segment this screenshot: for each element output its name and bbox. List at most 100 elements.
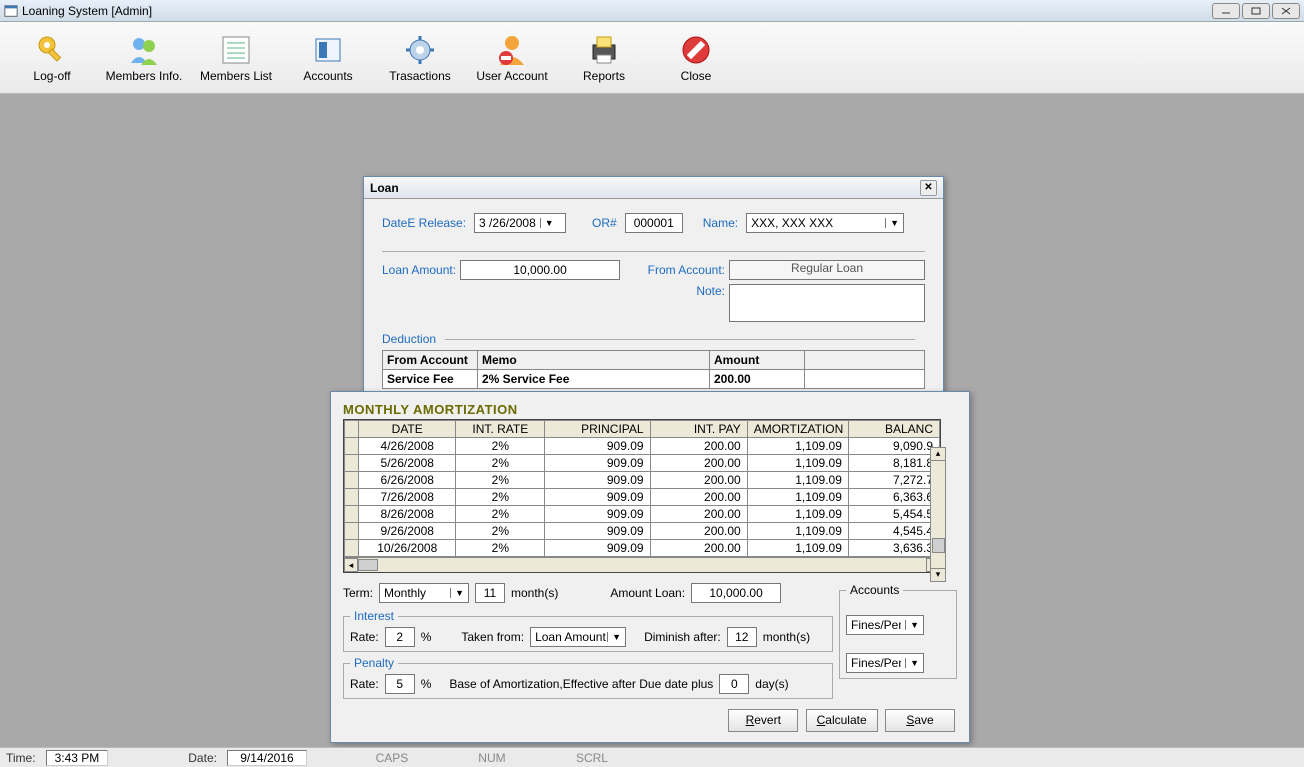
months-label: month(s) (511, 586, 558, 600)
grid-col-balance[interactable]: BALANC (848, 421, 939, 438)
toolbar-label: Trasactions (389, 69, 451, 83)
toolbar-reports[interactable]: Reports (558, 24, 650, 92)
months-input[interactable] (475, 583, 505, 603)
loan-close-button[interactable]: ✕ (920, 180, 937, 196)
scroll-left-icon[interactable]: ◂ (344, 558, 358, 572)
or-input[interactable] (625, 213, 683, 233)
cell-balance: 3,636.3 (848, 540, 939, 557)
cell-amort: 1,109.09 (747, 455, 848, 472)
amount-loan-input[interactable] (691, 583, 781, 603)
account2-dropdown[interactable]: Fines/Penalt ▼ (846, 653, 924, 673)
deduction-label: Deduction (382, 332, 436, 346)
status-bar: Time: 3:43 PM Date: 9/14/2016 CAPS NUM S… (0, 747, 1304, 767)
penalty-legend: Penalty (350, 656, 398, 670)
time-value: 3:43 PM (46, 750, 109, 766)
save-button[interactable]: Save (885, 709, 955, 732)
loan-window-titlebar[interactable]: Loan ✕ (364, 177, 943, 199)
penalty-rate-input[interactable] (385, 674, 415, 694)
amort-row[interactable]: 4/26/20082%909.09200.001,109.099,090.9 (345, 438, 940, 455)
interest-legend: Interest (350, 609, 398, 623)
grid-col-intpay[interactable]: INT. PAY (650, 421, 747, 438)
amort-row[interactable]: 7/26/20082%909.09200.001,109.096,363.6 (345, 489, 940, 506)
toolbar-close[interactable]: Close (650, 24, 742, 92)
caps-indicator: CAPS (347, 751, 437, 765)
rate-label: Rate: (350, 677, 379, 691)
grid-col-amort[interactable]: AMORTIZATION (747, 421, 848, 438)
minimize-button[interactable] (1212, 3, 1240, 19)
deduction-row[interactable]: Service Fee 2% Service Fee 200.00 (383, 370, 925, 389)
scroll-down-icon[interactable]: ▾ (931, 568, 945, 581)
cell-principal: 909.09 (545, 455, 650, 472)
toolbar-members-list[interactable]: Members List (190, 24, 282, 92)
deduction-cell: Service Fee (383, 370, 478, 389)
toolbar-logoff[interactable]: Log-off (6, 24, 98, 92)
taken-from-dropdown[interactable]: Loan Amount ▼ (530, 627, 626, 647)
revert-button[interactable]: Revert (728, 709, 798, 732)
row-header (345, 540, 359, 557)
row-header (345, 472, 359, 489)
diminish-label: Diminish after: (644, 630, 721, 644)
term-dropdown[interactable]: Monthly ▼ (379, 583, 469, 603)
name-dropdown[interactable]: XXX, XXX XXX ▼ (746, 213, 904, 233)
grid-col-principal[interactable]: PRINCIPAL (545, 421, 650, 438)
cell-date: 8/26/2008 (359, 506, 456, 523)
amortization-grid[interactable]: DATE INT. RATE PRINCIPAL INT. PAY AMORTI… (343, 419, 941, 573)
toolbar-label: Accounts (303, 69, 352, 83)
scroll-up-icon[interactable]: ▴ (931, 448, 945, 461)
name-label: Name: (703, 216, 738, 230)
note-textarea[interactable] (729, 284, 925, 322)
deduction-col-amount[interactable]: Amount (710, 351, 805, 370)
or-label: OR# (592, 216, 617, 230)
toolbar-user-account[interactable]: User Account (466, 24, 558, 92)
cell-rate: 2% (456, 472, 545, 489)
cell-rate: 2% (456, 506, 545, 523)
cell-principal: 909.09 (545, 472, 650, 489)
account1-value: Fines/Penalt (851, 618, 901, 632)
toolbar-accounts[interactable]: Accounts (282, 24, 374, 92)
amort-row[interactable]: 9/26/20082%909.09200.001,109.094,545.4 (345, 523, 940, 540)
deduction-table: From Account Memo Amount Service Fee 2% … (382, 350, 925, 389)
toolbar-members-info[interactable]: Members Info. (98, 24, 190, 92)
deduction-col-memo[interactable]: Memo (478, 351, 710, 370)
pct-label: % (421, 630, 432, 644)
penalty-days-input[interactable] (719, 674, 749, 694)
cell-rate: 2% (456, 438, 545, 455)
cell-date: 7/26/2008 (359, 489, 456, 506)
row-header (345, 523, 359, 540)
account2-value: Fines/Penalt (851, 656, 901, 670)
toolbar-transactions[interactable]: Trasactions (374, 24, 466, 92)
row-header (345, 438, 359, 455)
toolbar-label: Close (681, 69, 712, 83)
diminish-input[interactable] (727, 627, 757, 647)
cell-balance: 6,363.6 (848, 489, 939, 506)
interest-rate-input[interactable] (385, 627, 415, 647)
cell-intpay: 200.00 (650, 489, 747, 506)
toolbar-label: Members List (200, 69, 272, 83)
gear-icon (403, 33, 437, 67)
date-release-dropdown[interactable]: 3 /26/2008 ▼ (474, 213, 566, 233)
cell-principal: 909.09 (545, 489, 650, 506)
scroll-thumb[interactable] (358, 559, 378, 571)
deduction-col-blank[interactable] (805, 351, 925, 370)
mdi-client-area: Loan ✕ DateE Release: 3 /26/2008 ▼ OR# N… (0, 94, 1304, 747)
cell-principal: 909.09 (545, 523, 650, 540)
calculate-button[interactable]: Calculate (806, 709, 878, 732)
grid-col-rate[interactable]: INT. RATE (456, 421, 545, 438)
people-icon (127, 33, 161, 67)
amort-row[interactable]: 5/26/20082%909.09200.001,109.098,181.8 (345, 455, 940, 472)
horizontal-scrollbar[interactable]: ◂ ▸ (344, 557, 940, 572)
amort-row[interactable]: 10/26/20082%909.09200.001,109.093,636.3 (345, 540, 940, 557)
user-deny-icon (495, 33, 529, 67)
deduction-col-from[interactable]: From Account (383, 351, 478, 370)
chevron-down-icon: ▼ (540, 218, 554, 228)
btn-text: ave (914, 713, 933, 727)
close-button[interactable] (1272, 3, 1300, 19)
grid-col-date[interactable]: DATE (359, 421, 456, 438)
scroll-thumb[interactable] (932, 538, 945, 553)
maximize-button[interactable] (1242, 3, 1270, 19)
loan-amount-input[interactable] (460, 260, 620, 280)
vertical-scrollbar[interactable]: ▴ ▾ (930, 447, 946, 582)
account1-dropdown[interactable]: Fines/Penalt ▼ (846, 615, 924, 635)
amort-row[interactable]: 6/26/20082%909.09200.001,109.097,272.7 (345, 472, 940, 489)
amort-row[interactable]: 8/26/20082%909.09200.001,109.095,454.5 (345, 506, 940, 523)
